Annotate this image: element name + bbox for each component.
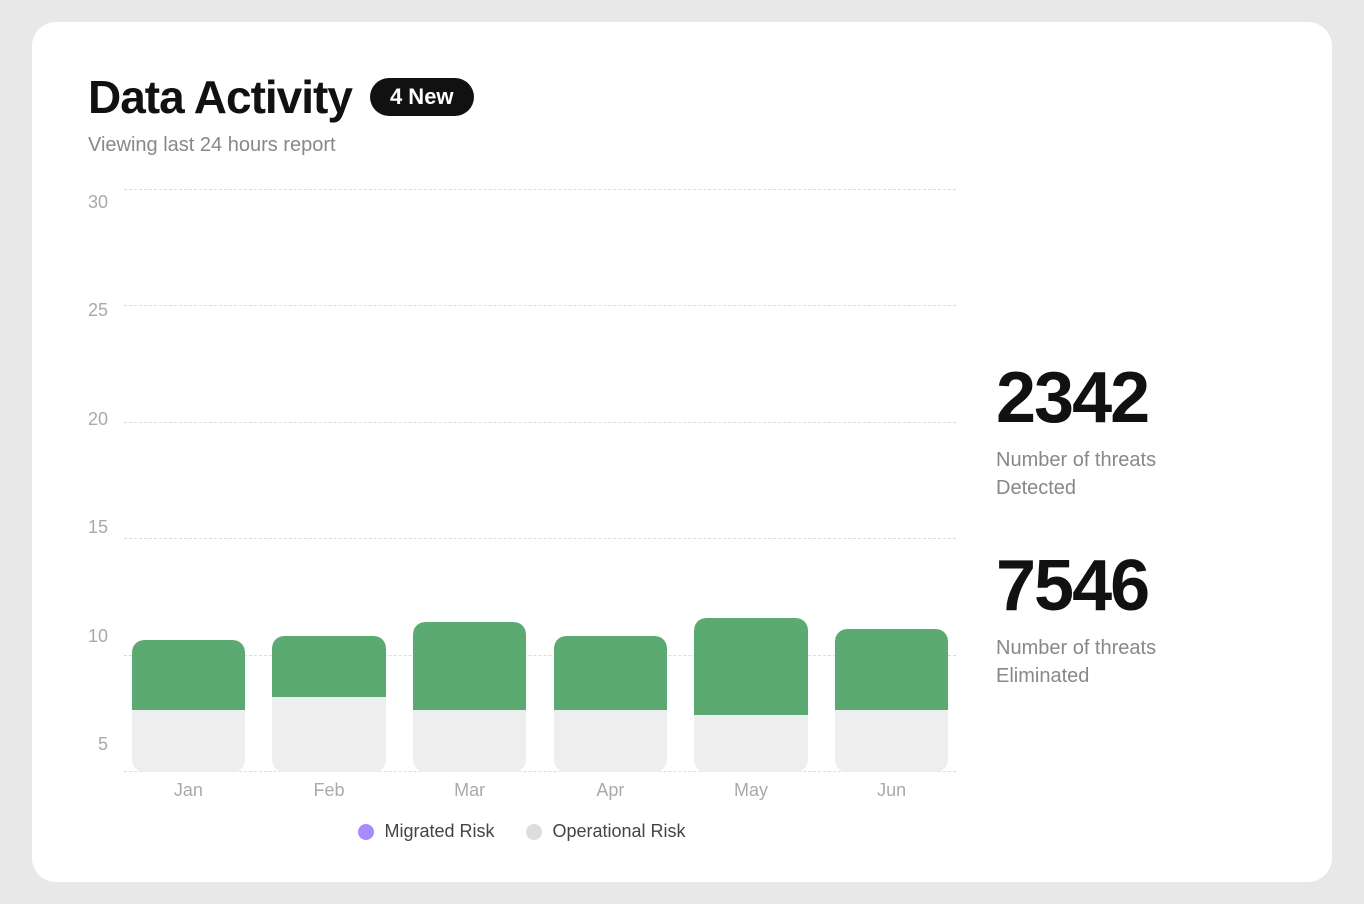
bar-group	[546, 189, 675, 772]
operational-label: Operational Risk	[552, 821, 685, 842]
main-content: 30 25 20 15 10 5 Jan Feb Mar Apr May Jun	[88, 189, 1276, 842]
bars-container	[124, 189, 956, 772]
threats-eliminated-number: 7546	[996, 550, 1276, 622]
x-axis-label: Apr	[546, 780, 675, 801]
y-axis-label: 15	[88, 518, 108, 536]
y-axis: 30 25 20 15 10 5	[88, 189, 124, 801]
subtitle-text: Viewing last 24 hours report	[88, 134, 1276, 157]
bar-gray	[554, 710, 667, 772]
x-axis-label: Jan	[124, 780, 253, 801]
bar-stack	[554, 636, 667, 772]
x-axis-label: May	[687, 780, 816, 801]
bar-green	[272, 636, 385, 698]
bar-group	[687, 189, 816, 772]
bar-group	[124, 189, 253, 772]
y-axis-label: 30	[88, 193, 108, 211]
x-axis-label: Jun	[827, 780, 956, 801]
migrated-label: Migrated Risk	[384, 821, 494, 842]
y-axis-label: 5	[98, 735, 108, 753]
bar-green	[835, 629, 948, 710]
chart-inner: Jan Feb Mar Apr May Jun	[124, 189, 956, 801]
chart-legend: Migrated Risk Operational Risk	[88, 821, 956, 842]
new-badge: 4 New	[370, 78, 474, 116]
bar-green	[694, 618, 807, 715]
bar-stack	[413, 622, 526, 772]
threats-detected-label: Number of threats Detected	[996, 446, 1276, 502]
y-axis-label: 20	[88, 410, 108, 428]
bar-stack	[272, 636, 385, 772]
operational-dot	[526, 824, 542, 840]
threats-eliminated-block: 7546 Number of threats Eliminated	[996, 550, 1276, 690]
bar-gray	[413, 710, 526, 772]
x-axis-label: Mar	[405, 780, 534, 801]
bar-gray	[272, 697, 385, 772]
chart-area: 30 25 20 15 10 5 Jan Feb Mar Apr May Jun	[88, 189, 956, 842]
y-axis-label: 25	[88, 301, 108, 319]
bar-gray	[835, 710, 948, 772]
migrated-dot	[358, 824, 374, 840]
y-axis-label: 10	[88, 627, 108, 645]
x-axis-label: Feb	[265, 780, 394, 801]
threats-detected-block: 2342 Number of threats Detected	[996, 362, 1276, 502]
bar-green	[554, 636, 667, 711]
data-activity-card: Data Activity 4 New Viewing last 24 hour…	[32, 22, 1332, 882]
threats-detected-number: 2342	[996, 362, 1276, 434]
legend-migrated: Migrated Risk	[358, 821, 494, 842]
bar-group	[265, 189, 394, 772]
bar-gray	[694, 715, 807, 772]
x-labels: Jan Feb Mar Apr May Jun	[124, 780, 956, 801]
stats-area: 2342 Number of threats Detected 7546 Num…	[996, 189, 1276, 842]
legend-operational: Operational Risk	[526, 821, 685, 842]
bar-gray	[132, 710, 245, 772]
bar-stack	[694, 618, 807, 772]
chart-wrapper: 30 25 20 15 10 5 Jan Feb Mar Apr May Jun	[88, 189, 956, 801]
bar-stack	[132, 640, 245, 772]
bar-green	[132, 640, 245, 710]
card-header: Data Activity 4 New	[88, 70, 1276, 124]
page-title: Data Activity	[88, 70, 352, 124]
bar-group	[827, 189, 956, 772]
threats-eliminated-label: Number of threats Eliminated	[996, 634, 1276, 690]
bar-green	[413, 622, 526, 710]
bar-stack	[835, 629, 948, 772]
bar-group	[405, 189, 534, 772]
